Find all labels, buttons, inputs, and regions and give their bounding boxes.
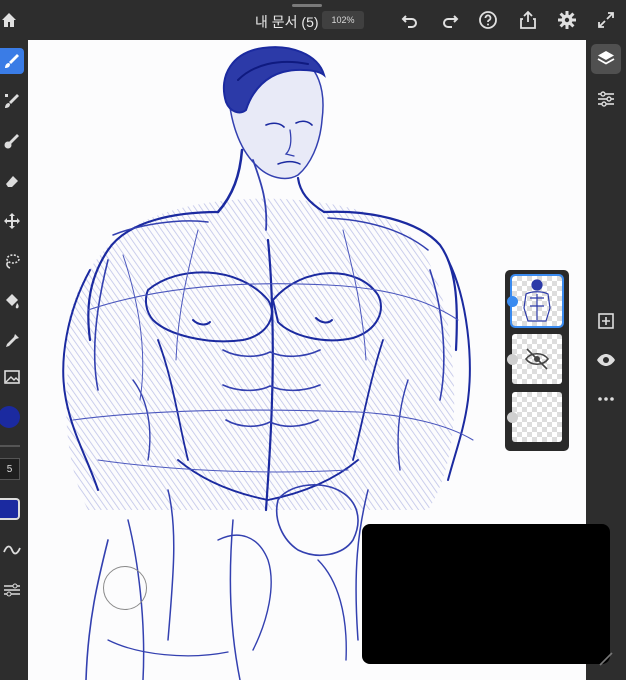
settings-icon[interactable] xyxy=(557,10,577,30)
eraser-tool[interactable] xyxy=(0,168,24,194)
layer-blend-badge xyxy=(507,296,518,307)
eyedropper-tool[interactable] xyxy=(0,328,24,354)
properties-icon[interactable] xyxy=(591,84,621,114)
pixel-brush-tool[interactable] xyxy=(0,88,24,114)
move-tool[interactable] xyxy=(0,208,24,234)
color-swatch-circle[interactable] xyxy=(0,406,20,428)
layers-panel xyxy=(505,270,569,451)
home-icon[interactable] xyxy=(0,11,18,29)
brush-settings-icon[interactable] xyxy=(0,577,24,603)
overlay-panel xyxy=(362,524,610,664)
color-picker-swatch[interactable] xyxy=(0,498,20,520)
brush-cursor xyxy=(103,566,147,610)
layer-thumbnail-hidden[interactable] xyxy=(512,334,562,384)
top-bar: 내 문서 (5) 102% xyxy=(0,0,626,40)
left-toolbar: 5 xyxy=(0,40,28,680)
layer-thumbnail-empty[interactable] xyxy=(512,392,562,442)
more-icon[interactable] xyxy=(591,384,621,414)
resize-corner-icon[interactable] xyxy=(597,650,615,668)
lasso-tool[interactable] xyxy=(0,248,24,274)
layer-thumbnail-sketch[interactable] xyxy=(510,274,564,328)
image-tool[interactable] xyxy=(0,364,24,390)
fill-tool[interactable] xyxy=(0,288,24,314)
stroke-smoothing-icon[interactable] xyxy=(0,537,24,563)
layer-type-badge xyxy=(507,412,518,423)
visibility-icon[interactable] xyxy=(591,345,621,375)
undo-icon[interactable] xyxy=(400,10,420,30)
layers-icon[interactable] xyxy=(591,44,621,74)
brush-tool[interactable] xyxy=(0,48,24,74)
help-icon[interactable] xyxy=(478,10,498,30)
redo-icon[interactable] xyxy=(440,10,460,30)
expand-icon[interactable] xyxy=(596,10,616,30)
layer-blend-badge xyxy=(507,354,518,365)
add-layer-icon[interactable] xyxy=(591,306,621,336)
drag-handle[interactable] xyxy=(292,4,322,7)
document-title[interactable]: 내 문서 (5) xyxy=(255,12,319,32)
live-brush-tool[interactable] xyxy=(0,128,24,154)
zoom-level[interactable]: 102% xyxy=(322,11,364,29)
toolbar-divider xyxy=(0,445,20,447)
share-icon[interactable] xyxy=(518,10,538,30)
brush-size-field[interactable]: 5 xyxy=(0,458,20,480)
